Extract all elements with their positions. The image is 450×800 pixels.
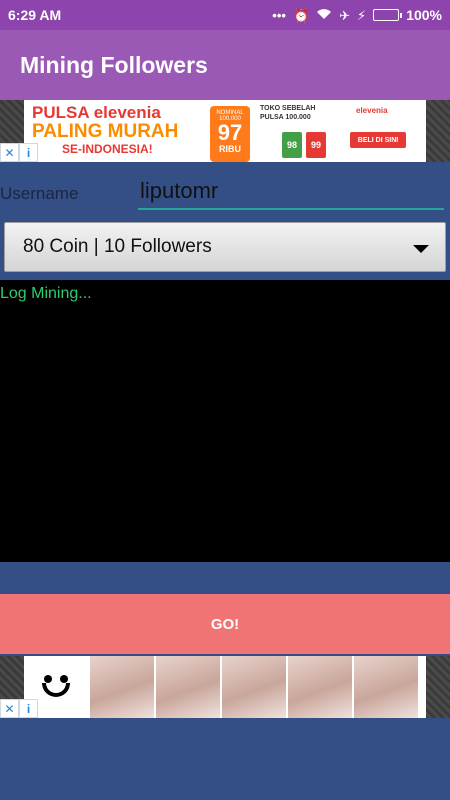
ad-photo-thumb xyxy=(90,656,154,718)
wifi-icon xyxy=(316,7,332,23)
status-icons: ••• ⏰ ✈ ⚡ 100% xyxy=(272,7,442,23)
more-icon: ••• xyxy=(272,7,286,23)
ad-photo-thumb xyxy=(156,656,220,718)
app-bar: Mining Followers xyxy=(0,30,450,100)
log-panel: Log Mining... xyxy=(0,280,450,562)
ad-info-icon[interactable]: i xyxy=(19,699,38,718)
page-title: Mining Followers xyxy=(20,51,208,78)
ad-info-icon[interactable]: i xyxy=(19,143,38,162)
ad-line-3: SE-INDONESIA! xyxy=(62,142,153,156)
package-select-value: 80 Coin | 10 Followers xyxy=(23,236,212,257)
go-button[interactable]: GO! xyxy=(0,594,450,654)
ad-phone-graphic: NOMINAL 100.000 97 RIBU xyxy=(210,106,250,162)
ad-price-boxes: 98 99 xyxy=(282,132,326,158)
ad-creative-bottom[interactable] xyxy=(24,656,426,718)
top-ad-banner[interactable]: PULSA elevenia PALING MURAH SE-INDONESIA… xyxy=(0,100,450,162)
ad-line-1: PULSA elevenia xyxy=(32,103,161,122)
ad-headline: PULSA elevenia PALING MURAH SE-INDONESIA… xyxy=(32,103,212,157)
username-input[interactable] xyxy=(138,174,444,210)
ad-photo-thumb xyxy=(222,656,286,718)
ad-badges-bottom: ✕ i xyxy=(0,699,38,718)
ad-close-icon[interactable]: ✕ xyxy=(0,699,19,718)
ad-badges: ✕ i xyxy=(0,143,38,162)
smiley-icon xyxy=(36,669,76,705)
ad-cta-button[interactable]: BELI DI SINI xyxy=(350,132,406,148)
status-time: 6:29 AM xyxy=(8,7,62,23)
battery-icon xyxy=(373,9,403,21)
bottom-ad-banner[interactable]: ✕ i xyxy=(0,656,450,718)
ad-brand: elevenia xyxy=(356,106,388,115)
ad-photo-thumb xyxy=(288,656,352,718)
status-bar: 6:29 AM ••• ⏰ ✈ ⚡ 100% xyxy=(0,0,450,30)
ad-line-2: PALING MURAH xyxy=(32,121,179,142)
dropdown-arrow-icon xyxy=(413,245,429,253)
ad-phone-unit: RIBU xyxy=(219,144,241,154)
airplane-icon: ✈ xyxy=(339,7,351,23)
ad-mid-text-2: PULSA 100.000 xyxy=(260,114,311,121)
battery-percent: 100% xyxy=(406,7,442,23)
ad-thumbnails xyxy=(24,656,426,718)
ad-price-box-right: 99 xyxy=(306,132,326,158)
ad-compare-text: TOKO SEBELAH PULSA 100.000 xyxy=(260,104,316,122)
alarm-icon: ⏰ xyxy=(292,7,310,23)
ad-creative[interactable]: PULSA elevenia PALING MURAH SE-INDONESIA… xyxy=(24,100,426,162)
ad-price-box-left: 98 xyxy=(282,132,302,158)
charging-icon: ⚡ xyxy=(357,7,367,23)
username-label: Username xyxy=(0,184,79,203)
ad-phone-value: 97 xyxy=(217,120,243,145)
package-select[interactable]: 80 Coin | 10 Followers xyxy=(4,222,446,272)
ad-mid-text-1: TOKO SEBELAH xyxy=(260,105,316,112)
ad-photo-thumb xyxy=(354,656,418,718)
ad-close-icon[interactable]: ✕ xyxy=(0,143,19,162)
log-text: Log Mining... xyxy=(0,285,92,302)
